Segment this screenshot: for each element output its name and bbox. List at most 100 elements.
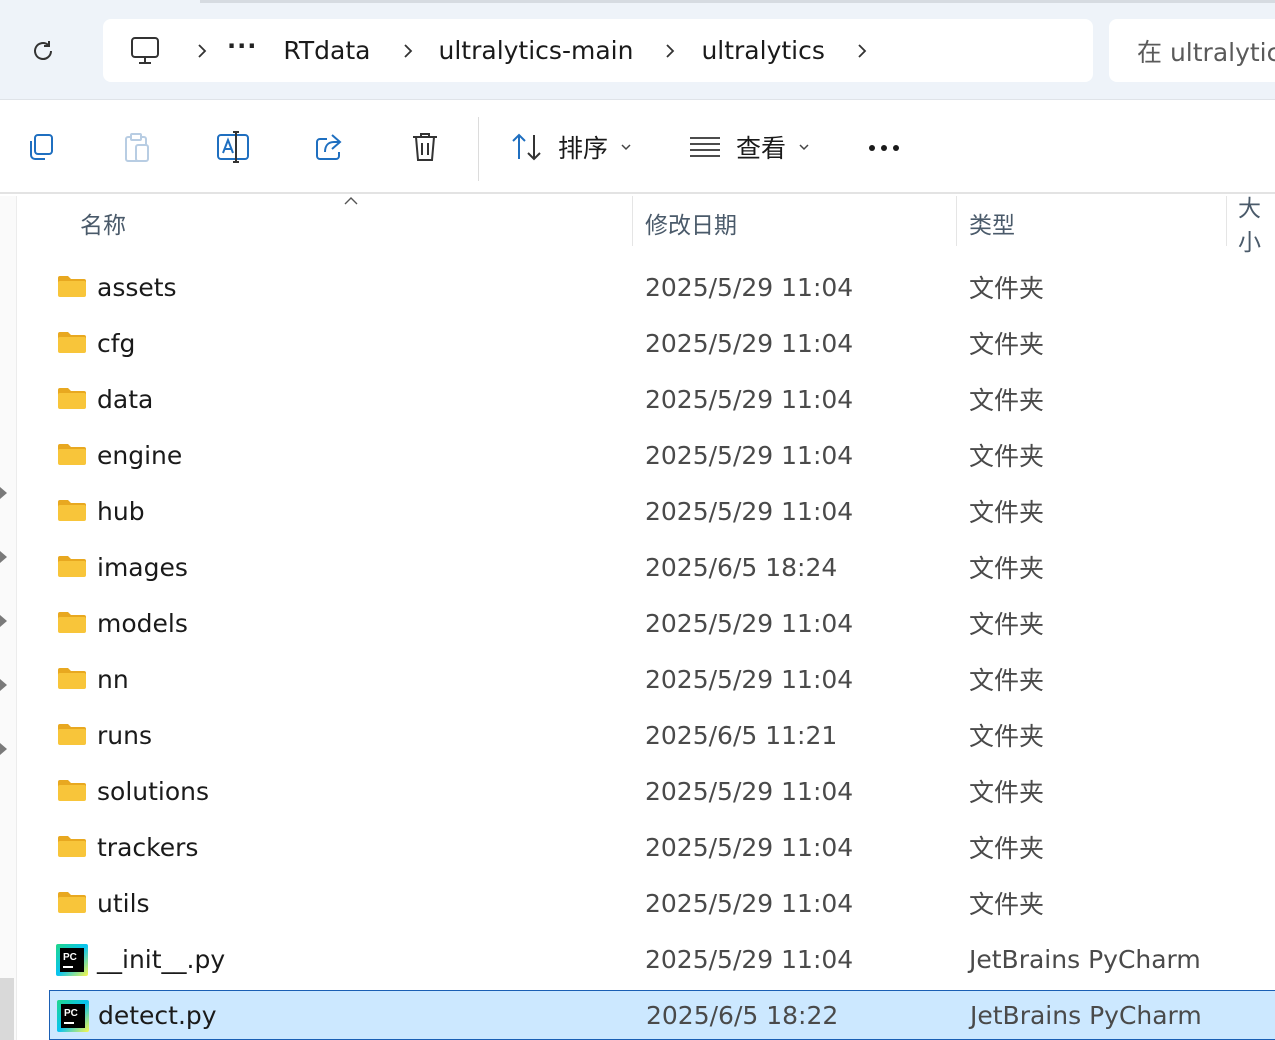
file-row[interactable]: PC detect.py 2025/6/5 18:22 JetBrains PyCha… bbox=[49, 990, 1275, 1040]
file-row[interactable]: utils 2025/5/29 11:04 文件夹 bbox=[48, 878, 1275, 928]
file-modified-date: 2025/5/29 11:04 bbox=[645, 496, 854, 526]
column-header-row: 名称 修改日期 类型 大小 bbox=[18, 196, 1275, 256]
file-name[interactable]: __init__.py bbox=[97, 934, 225, 984]
expand-arrow-icon[interactable] bbox=[0, 742, 8, 756]
column-header-modified[interactable]: 修改日期 bbox=[645, 196, 737, 250]
file-modified-date: 2025/6/5 18:22 bbox=[646, 1000, 839, 1030]
folder-icon bbox=[56, 328, 88, 358]
refresh-button[interactable] bbox=[26, 34, 60, 68]
file-row[interactable]: nn 2025/5/29 11:04 文件夹 bbox=[48, 654, 1275, 704]
file-name[interactable]: cfg bbox=[97, 318, 135, 368]
nav-scrollbar-thumb[interactable] bbox=[0, 978, 14, 1040]
file-type: JetBrains PyCharm bbox=[969, 944, 1201, 974]
folder-icon bbox=[56, 776, 88, 806]
pycharm-file-icon: PC bbox=[56, 944, 88, 976]
this-pc-icon[interactable] bbox=[127, 33, 163, 69]
column-separator[interactable] bbox=[956, 196, 957, 246]
folder-icon bbox=[56, 664, 88, 694]
breadcrumb-rtdata[interactable]: RTdata bbox=[283, 36, 370, 65]
view-menu-button[interactable]: 查看 bbox=[688, 127, 810, 167]
column-header-size[interactable]: 大小 bbox=[1238, 196, 1275, 256]
paste-icon bbox=[125, 133, 149, 162]
folder-icon bbox=[56, 384, 88, 414]
column-header-name[interactable]: 名称 bbox=[80, 196, 126, 250]
file-modified-date: 2025/5/29 11:04 bbox=[645, 384, 854, 414]
chevron-right-icon[interactable] bbox=[845, 43, 879, 58]
breadcrumb-ultralytics-main[interactable]: ultralytics-main bbox=[439, 36, 634, 65]
folder-icon bbox=[56, 832, 88, 862]
share-button[interactable] bbox=[311, 129, 347, 165]
toolbar-divider bbox=[478, 117, 479, 181]
more-dot-icon bbox=[881, 145, 887, 151]
sort-icon bbox=[512, 133, 541, 161]
file-type: 文件夹 bbox=[969, 722, 1045, 751]
sort-ascending-icon bbox=[344, 197, 358, 205]
file-row[interactable]: trackers 2025/5/29 11:04 文件夹 bbox=[48, 822, 1275, 872]
file-row[interactable]: engine 2025/5/29 11:04 文件夹 bbox=[48, 430, 1275, 480]
folder-icon bbox=[56, 888, 88, 918]
file-modified-date: 2025/5/29 11:04 bbox=[645, 888, 854, 918]
column-separator[interactable] bbox=[632, 196, 633, 246]
copy-icon bbox=[30, 134, 53, 160]
paste-button[interactable] bbox=[119, 129, 155, 165]
file-name[interactable]: data bbox=[97, 374, 153, 424]
breadcrumb-overflow-button[interactable]: ··· bbox=[227, 34, 257, 68]
breadcrumb-ultralytics[interactable]: ultralytics bbox=[701, 36, 824, 65]
file-modified-date: 2025/6/5 18:24 bbox=[645, 552, 838, 582]
address-breadcrumb[interactable]: ··· RTdata ultralytics-main ultralytics bbox=[103, 19, 1093, 82]
file-row[interactable]: data 2025/5/29 11:04 文件夹 bbox=[48, 374, 1275, 424]
folder-icon bbox=[56, 496, 88, 526]
file-name[interactable]: assets bbox=[97, 262, 177, 312]
file-row[interactable]: solutions 2025/5/29 11:04 文件夹 bbox=[48, 766, 1275, 816]
file-type: 文件夹 bbox=[969, 778, 1045, 807]
file-name[interactable]: hub bbox=[97, 486, 145, 536]
expand-arrow-icon[interactable] bbox=[0, 678, 8, 692]
file-type: 文件夹 bbox=[969, 386, 1045, 415]
file-modified-date: 2025/5/29 11:04 bbox=[645, 272, 854, 302]
file-row[interactable]: images 2025/6/5 18:24 文件夹 bbox=[48, 542, 1275, 592]
file-row[interactable]: cfg 2025/5/29 11:04 文件夹 bbox=[48, 318, 1275, 368]
folder-icon bbox=[56, 440, 88, 470]
file-modified-date: 2025/5/29 11:04 bbox=[645, 440, 854, 470]
pycharm-badge-text: PC bbox=[64, 1008, 78, 1019]
folder-icon bbox=[56, 720, 88, 750]
share-icon bbox=[316, 134, 342, 160]
file-name[interactable]: solutions bbox=[97, 766, 209, 816]
file-row[interactable]: assets 2025/5/29 11:04 文件夹 bbox=[48, 262, 1275, 312]
file-name[interactable]: nn bbox=[97, 654, 129, 704]
expand-arrow-icon[interactable] bbox=[0, 614, 8, 628]
folder-icon bbox=[56, 272, 88, 302]
file-name[interactable]: runs bbox=[97, 710, 152, 760]
column-separator[interactable] bbox=[1226, 196, 1227, 246]
file-row[interactable]: models 2025/5/29 11:04 文件夹 bbox=[48, 598, 1275, 648]
delete-button[interactable] bbox=[407, 129, 443, 165]
column-header-type[interactable]: 类型 bbox=[969, 196, 1015, 250]
file-name[interactable]: utils bbox=[97, 878, 150, 928]
sort-menu-button[interactable]: 排序 bbox=[510, 127, 632, 167]
expand-arrow-icon[interactable] bbox=[0, 486, 8, 500]
file-name[interactable]: trackers bbox=[97, 822, 198, 872]
copy-button[interactable] bbox=[22, 129, 58, 165]
file-row[interactable]: hub 2025/5/29 11:04 文件夹 bbox=[48, 486, 1275, 536]
rename-button[interactable] bbox=[215, 129, 251, 165]
chevron-right-icon[interactable] bbox=[391, 43, 425, 58]
file-name[interactable]: detect.py bbox=[98, 990, 217, 1040]
file-type: 文件夹 bbox=[969, 610, 1045, 639]
pycharm-file-icon: PC bbox=[57, 1000, 89, 1032]
file-row[interactable]: PC __init__.py 2025/5/29 11:04 JetBrains Py… bbox=[48, 934, 1275, 984]
navigation-pane-edge[interactable] bbox=[0, 196, 17, 1040]
file-name[interactable]: engine bbox=[97, 430, 182, 480]
expand-arrow-icon[interactable] bbox=[0, 550, 8, 564]
pycharm-badge-text: PC bbox=[63, 952, 77, 963]
search-input[interactable]: 在 ultralytics 中搜索 bbox=[1109, 19, 1275, 82]
chevron-right-icon[interactable] bbox=[653, 43, 687, 58]
file-type: 文件夹 bbox=[969, 890, 1045, 919]
more-options-button[interactable] bbox=[862, 133, 906, 163]
file-name[interactable]: images bbox=[97, 542, 188, 592]
command-bar: 排序 查看 bbox=[0, 101, 1275, 194]
file-row[interactable]: runs 2025/6/5 11:21 文件夹 bbox=[48, 710, 1275, 760]
chevron-right-icon[interactable] bbox=[185, 43, 219, 58]
file-type: 文件夹 bbox=[969, 274, 1045, 303]
file-name[interactable]: models bbox=[97, 598, 188, 648]
more-dot-icon bbox=[893, 145, 899, 151]
